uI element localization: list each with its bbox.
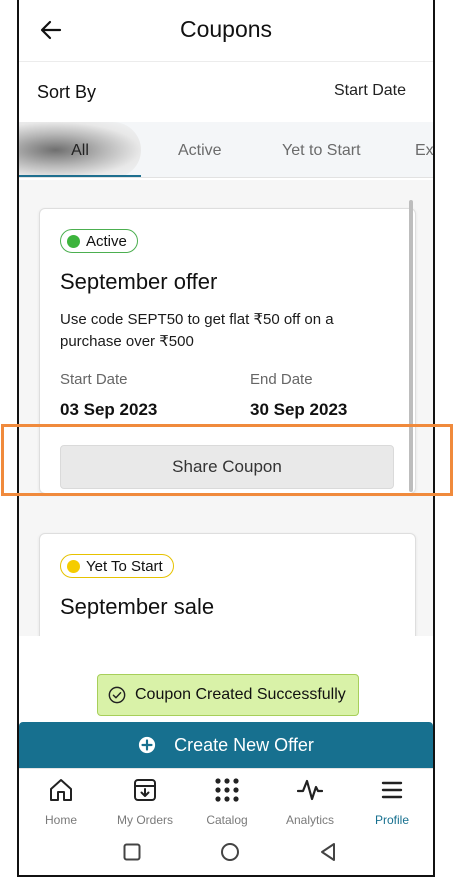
tab-all[interactable]: All [19,122,141,177]
nav-home[interactable]: Home [21,775,101,827]
triangle-back-icon [321,843,335,861]
coupon-description: Use code SEPT50 to get flat ₹50 off on a… [60,311,334,350]
status-dot-icon [67,234,80,248]
menu-icon [381,781,403,799]
coupon-title: September sale [60,594,215,619]
coupon-title: September offer [60,269,218,294]
back-system-button[interactable] [316,840,340,864]
create-new-offer-button[interactable]: Create New Offer [19,722,433,768]
nav-label: Profile [374,813,409,827]
sort-by-dropdown[interactable]: Start Date [334,82,406,100]
toast-message: Coupon Created Successfully [135,686,346,703]
check-circle-icon [108,686,126,704]
end-date-value: 30 Sep 2023 [250,400,348,419]
status-badge: Yet To Start [60,554,174,578]
top-bar: Coupons [19,0,433,62]
app-frame: Coupons Sort By Start Date All Active Ye… [17,0,435,877]
circle-icon [221,843,239,861]
nav-catalog[interactable]: Catalog [187,775,267,827]
toast-area: Coupon Created Successfully [19,636,433,726]
status-badge: Active [60,229,138,253]
filter-tabs: All Active Yet to Start Ex [19,122,433,178]
nav-label: My Orders [116,813,173,827]
scrollbar[interactable] [409,200,413,492]
sort-by-label: Sort By [37,82,97,102]
nav-analytics[interactable]: Analytics [270,775,350,827]
system-navigation-bar [19,832,433,875]
status-label: Yet To Start [86,557,163,575]
coupon-list[interactable]: Active September offer Use code SEPT50 t… [19,180,433,636]
home-icon [50,779,72,801]
analytics-icon [297,779,323,801]
plus-circle-icon [139,736,156,754]
tab-selected-indicator [19,175,141,177]
home-system-button[interactable] [218,840,242,864]
nav-profile[interactable]: Profile [352,775,432,827]
orders-icon [134,779,156,801]
nav-label: Analytics [285,813,335,827]
recent-apps-button[interactable] [120,840,144,864]
end-date-label: End Date [250,371,313,388]
share-coupon-button[interactable]: Share Coupon [60,445,394,489]
page-title: Coupons [179,16,273,42]
status-label: Active [86,232,127,250]
tab-yet-to-start[interactable]: Yet to Start [282,122,361,177]
grid-icon [215,778,239,802]
sort-row: Sort By Start Date [19,62,433,122]
tab-label: All [71,142,89,159]
tab-expired[interactable]: Ex [415,122,433,177]
coupon-card: Active September offer Use code SEPT50 t… [39,208,416,494]
tab-active[interactable]: Active [178,122,222,177]
nav-label: Home [44,813,77,827]
coupon-card: Yet To Start September sale [39,533,416,636]
nav-label: Catalog [206,813,248,827]
success-toast: Coupon Created Successfully [97,674,359,716]
start-date-label: Start Date [60,371,128,388]
nav-my-orders[interactable]: My Orders [105,775,185,827]
start-date-value: 03 Sep 2023 [60,400,158,419]
create-new-offer-label: Create New Offer [174,734,314,755]
bottom-navigation: Home My Orders Catalog Analytics Profile [19,768,433,832]
square-icon [123,843,141,861]
status-dot-icon [67,559,80,573]
